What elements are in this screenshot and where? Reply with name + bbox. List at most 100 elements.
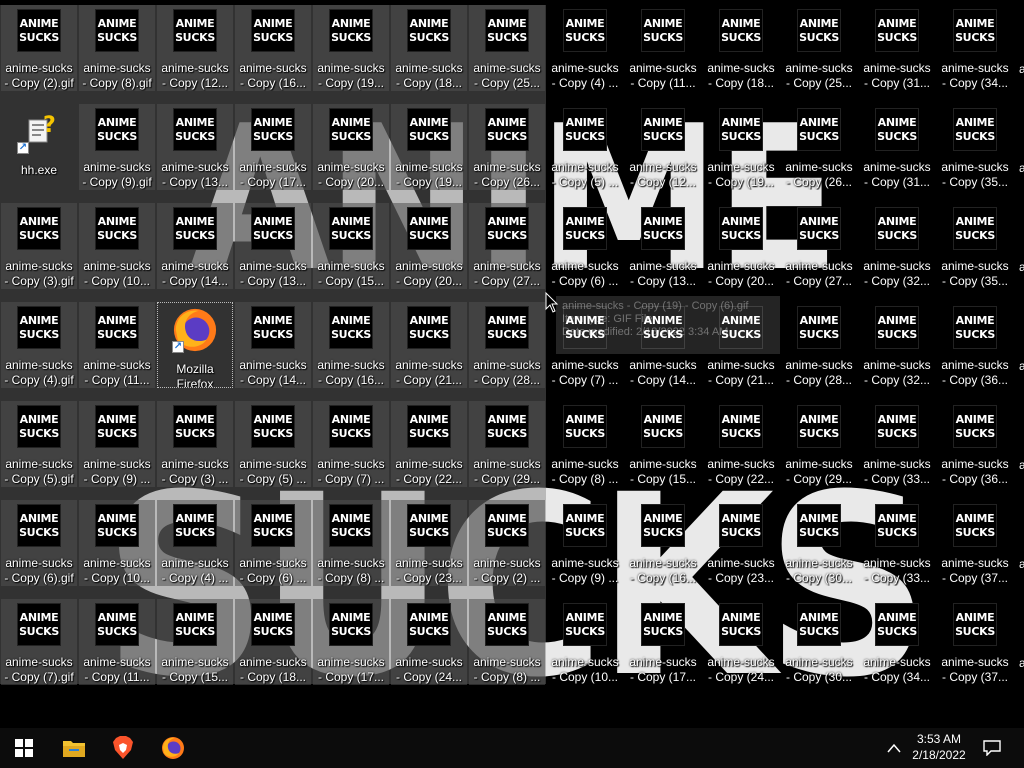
desktop-icon-gif-file[interactable]: ANIME SUCKS anime-sucks - Copy (26... xyxy=(781,104,857,190)
desktop-icon-gif-file[interactable]: ANIME SUCKS anime-sucks - Copy (8).gif xyxy=(79,5,155,91)
taskbar-clock[interactable]: 3:53 AM 2/18/2022 xyxy=(904,731,974,763)
taskbar-file-explorer[interactable] xyxy=(50,728,98,768)
desktop-icon-gif-file[interactable]: ANIME SUCKS anime-sucks - Copy (16... xyxy=(625,500,701,586)
desktop-icon-gif-file[interactable]: ANIME SUCKS anime-sucks - Copy (17... xyxy=(235,104,311,190)
desktop-icon-gif-file[interactable]: ANIME SUCKS anime-sucks - Copy (16... xyxy=(313,302,389,388)
desktop-icon-gif-file[interactable]: ANIME SUCKS anime-sucks - Copy (13... xyxy=(625,203,701,289)
desktop-icon-gif-file[interactable]: ANIME SUCKS anime-sucks - Copy (33... xyxy=(859,500,935,586)
desktop-icon-gif-file[interactable]: ANIME SUCKS anime-sucks - Copy (6) ... xyxy=(547,203,623,289)
desktop-icon-gif-file[interactable]: ANIME SUCKS anime-sucks - Copy (30... xyxy=(781,599,857,685)
desktop-icon-gif-file[interactable]: ANIME SUCKS anime-sucks - Copy (15... xyxy=(625,401,701,487)
desktop-icon-gif-file[interactable]: ANIME SUCKS anime-sucks - Copy (5) ... xyxy=(547,104,623,190)
thumbnail-text: SUCKS xyxy=(955,624,995,638)
desktop-icon-gif-file[interactable]: ANIME SUCKS anime-sucks - Copy (4) ... xyxy=(157,500,233,586)
desktop-icon-gif-file[interactable]: ANIME SUCKS anime-sucks - Copy (23... xyxy=(391,500,467,586)
desktop-icon-gif-file[interactable]: ANIME SUCKS anime-sucks - Copy (19... xyxy=(703,104,779,190)
desktop-icon-gif-file[interactable]: ANIME SUCKS anime-sucks - Copy (31... xyxy=(859,104,935,190)
desktop-icon-gif-file[interactable]: ANIME SUCKS anime-sucks - Copy (10... xyxy=(79,203,155,289)
desktop-icon-gif-file[interactable]: ANIME SUCKS anime-sucks - Copy (21... xyxy=(391,302,467,388)
desktop-icon-gif-file[interactable]: ANIME SUCKS anime-sucks - Copy (6).gif xyxy=(1,500,77,586)
taskbar-brave-browser[interactable] xyxy=(99,728,147,768)
taskbar-firefox[interactable] xyxy=(149,728,197,768)
desktop-icon-gif-file[interactable]: ANIME SUCKS anime-sucks - Copy (36... xyxy=(937,401,1013,487)
desktop-icon-gif-file[interactable]: ANIME SUCKS anime-sucks - Copy (10... xyxy=(547,599,623,685)
desktop-icon-gif-file[interactable]: ANIME SUCKS anime-sucks - Copy (24... xyxy=(703,599,779,685)
desktop-icon-gif-file[interactable]: ANIME SUCKS anime-sucks - Copy (8) ... xyxy=(469,599,545,685)
desktop-icon-gif-file[interactable]: ANIME SUCKS anime-sucks - Copy (24... xyxy=(391,599,467,685)
desktop-icon-hh-exe[interactable]: ? ↗ hh.exe xyxy=(1,104,77,190)
desktop-icon-gif-file[interactable]: ANIME SUCKS anime-sucks - Copy (11... xyxy=(79,599,155,685)
desktop-icon-mozilla-firefox[interactable]: ↗ Mozilla Firefox xyxy=(157,302,233,388)
desktop-icon-gif-file[interactable]: ANIME SUCKS anime-sucks - Copy (23... xyxy=(703,500,779,586)
desktop-icon-gif-file[interactable]: ANIME SUCKS anime-sucks - Copy (5).gif xyxy=(1,401,77,487)
desktop-icon-label: anime-sucks - Copy (14... xyxy=(239,358,307,388)
desktop-icon-gif-file[interactable]: ANIME SUCKS anime-sucks - Copy (18... xyxy=(235,599,311,685)
desktop-icon-gif-file[interactable]: ANIME SUCKS anime-sucks - Copy (34... xyxy=(859,599,935,685)
desktop-icon-gif-file[interactable]: ANIME SUCKS anime-sucks - Copy (12... xyxy=(157,5,233,91)
desktop-icon-gif-file[interactable]: ANIME SUCKS anime-sucks - Copy (7).gif xyxy=(1,599,77,685)
desktop-icon-gif-file[interactable]: ANIME SUCKS anime-sucks - Copy (27... xyxy=(781,203,857,289)
desktop-icon-gif-file[interactable]: ANIME SUCKS anime-sucks - Copy (2).gif xyxy=(1,5,77,91)
desktop-icon-gif-file[interactable]: ANIME SUCKS anime-sucks - Copy (20... xyxy=(391,203,467,289)
start-button[interactable] xyxy=(0,728,48,768)
desktop-icon-gif-file[interactable]: ANIME SUCKS anime-sucks - Copy (27... xyxy=(469,203,545,289)
desktop-icon-gif-file[interactable]: ANIME SUCKS anime-sucks - Copy (16... xyxy=(235,5,311,91)
desktop-icon-gif-file[interactable]: ANIME SUCKS anime-sucks - Copy (14... xyxy=(235,302,311,388)
desktop-icon-gif-file[interactable]: ANIME SUCKS anime-sucks - Copy (36... xyxy=(937,302,1013,388)
desktop-icon-grid[interactable]: ANIME SUCKS anime-sucks - Copy (2).gif ? ↗ hh… xyxy=(0,0,1024,728)
desktop-icon-gif-file[interactable]: ANIME SUCKS anime-sucks - Copy (3) ... xyxy=(157,401,233,487)
desktop-icon-gif-file[interactable]: ANIME SUCKS anime-sucks - Copy (19... xyxy=(313,5,389,91)
desktop-icon-gif-file[interactable]: ANIME SUCKS anime-sucks - Copy (15... xyxy=(313,203,389,289)
desktop-icon-gif-file[interactable]: ANIME SUCKS anime-sucks - Copy (5) ... xyxy=(235,401,311,487)
desktop-icon-gif-file[interactable]: ANIME SUCKS anime-sucks - Copy (32... xyxy=(859,302,935,388)
desktop-icon-gif-file[interactable]: ANIME SUCKS anime-sucks - Copy (35... xyxy=(937,203,1013,289)
action-center-button[interactable] xyxy=(968,728,1016,768)
desktop-icon-gif-file[interactable]: ANIME SUCKS anime-sucks - Copy (15... xyxy=(157,599,233,685)
desktop-icon-gif-file[interactable]: ANIME SUCKS anime-sucks - Copy (35... xyxy=(937,104,1013,190)
desktop-icon-gif-file[interactable]: ANIME SUCKS anime-sucks - Copy (11... xyxy=(625,5,701,91)
desktop-icon-gif-file[interactable]: ANIME SUCKS anime-sucks - Copy (8) ... xyxy=(547,401,623,487)
desktop-icon-gif-file[interactable]: ANIME SUCKS anime-sucks - Copy (28... xyxy=(469,302,545,388)
desktop-icon-gif-file[interactable]: ANIME SUCKS anime-sucks - Copy (20... xyxy=(313,104,389,190)
desktop-icon-gif-file[interactable]: ANIME SUCKS anime-sucks - Copy (6) ... xyxy=(235,500,311,586)
desktop-icon-gif-file[interactable]: ANIME SUCKS anime-sucks - Copy (25... xyxy=(469,5,545,91)
desktop-icon-gif-file[interactable]: ANIME SUCKS anime-sucks - Copy (13... xyxy=(157,104,233,190)
desktop-icon-gif-file[interactable]: ANIME SUCKS anime-sucks - Copy (22... xyxy=(391,401,467,487)
desktop-icon-gif-file[interactable]: ANIME SUCKS anime-sucks - Copy (7) ... xyxy=(313,401,389,487)
desktop-icon-gif-file[interactable]: ANIME SUCKS anime-sucks - Copy (31... xyxy=(859,5,935,91)
desktop-icon-gif-file[interactable]: ANIME SUCKS anime-sucks - Copy (37... xyxy=(937,500,1013,586)
desktop-icon-gif-file[interactable]: ANIME SUCKS anime-sucks - Copy (12... xyxy=(625,104,701,190)
desktop-icon-gif-file[interactable]: ANIME SUCKS anime-sucks - Copy (8) ... xyxy=(313,500,389,586)
desktop-icon-gif-file[interactable]: ANIME SUCKS anime-sucks - Copy (25... xyxy=(781,5,857,91)
desktop-icon-gif-file[interactable]: ANIME SUCKS anime-sucks - Copy (22... xyxy=(703,401,779,487)
desktop-icon-gif-file[interactable]: ANIME SUCKS anime-sucks - Copy (9) ... xyxy=(79,401,155,487)
desktop-icon-gif-file[interactable]: ANIME SUCKS anime-sucks - Copy (4) ... xyxy=(547,5,623,91)
desktop-icon-gif-file[interactable]: ANIME SUCKS anime-sucks - Copy (30... xyxy=(781,500,857,586)
desktop-icon-gif-file[interactable]: ANIME SUCKS anime-sucks - Copy (13... xyxy=(235,203,311,289)
desktop-icon-gif-file[interactable]: ANIME SUCKS anime-sucks - Copy (9).gif xyxy=(79,104,155,190)
desktop-icon-gif-file[interactable]: ANIME SUCKS anime-sucks - Copy (18... xyxy=(703,5,779,91)
desktop-icon-gif-file[interactable]: ANIME SUCKS anime-sucks - Copy (17... xyxy=(625,599,701,685)
desktop-icon-gif-file[interactable]: ANIME SUCKS anime-sucks - Copy (18... xyxy=(391,5,467,91)
thumbnail-text: ANIME xyxy=(799,412,839,426)
desktop-icon-gif-file[interactable]: ANIME SUCKS anime-sucks - Copy (9) ... xyxy=(547,500,623,586)
desktop-icon-gif-file[interactable]: ANIME SUCKS anime-sucks - Copy (17... xyxy=(313,599,389,685)
desktop-icon-gif-file[interactable]: ANIME SUCKS anime-sucks - Copy (29... xyxy=(469,401,545,487)
desktop-icon-gif-file[interactable]: ANIME SUCKS anime-sucks - Copy (34... xyxy=(937,5,1013,91)
desktop-icon-gif-file[interactable]: ANIME SUCKS anime-sucks - Copy (3).gif xyxy=(1,203,77,289)
desktop-icon-gif-file[interactable]: ANIME SUCKS anime-sucks - Copy (14... xyxy=(157,203,233,289)
desktop-icon-gif-file[interactable]: ANIME SUCKS anime-sucks - Copy (2) ... xyxy=(469,500,545,586)
desktop-icon-gif-file[interactable]: ANIME SUCKS anime-sucks - Copy (20... xyxy=(703,203,779,289)
desktop-icon-gif-file[interactable]: ANIME SUCKS anime-sucks - Copy (19... xyxy=(391,104,467,190)
desktop-icon-gif-file[interactable]: ANIME SUCKS anime-sucks - Copy (32... xyxy=(859,203,935,289)
thumbnail-text: ANIME xyxy=(253,412,293,426)
desktop-icon-gif-file[interactable]: ANIME SUCKS anime-sucks - Copy (28... xyxy=(781,302,857,388)
desktop-icon-gif-file[interactable]: ANIME SUCKS anime-sucks - Copy (26... xyxy=(469,104,545,190)
desktop-icon-gif-file[interactable]: ANIME SUCKS anime-sucks - Copy (10... xyxy=(79,500,155,586)
desktop-icon-gif-file[interactable]: ANIME SUCKS anime-sucks - Copy (37... xyxy=(937,599,1013,685)
clock-time: 3:53 AM xyxy=(916,732,962,746)
desktop-icon-gif-file[interactable]: ANIME SUCKS anime-sucks - Copy (33... xyxy=(859,401,935,487)
desktop-icon-gif-file[interactable]: ANIME SUCKS anime-sucks - Copy (11... xyxy=(79,302,155,388)
desktop-icon-gif-file[interactable]: ANIME SUCKS anime-sucks - Copy (4).gif xyxy=(1,302,77,388)
desktop-icon-gif-file[interactable]: ANIME SUCKS anime-sucks - Copy (29... xyxy=(781,401,857,487)
